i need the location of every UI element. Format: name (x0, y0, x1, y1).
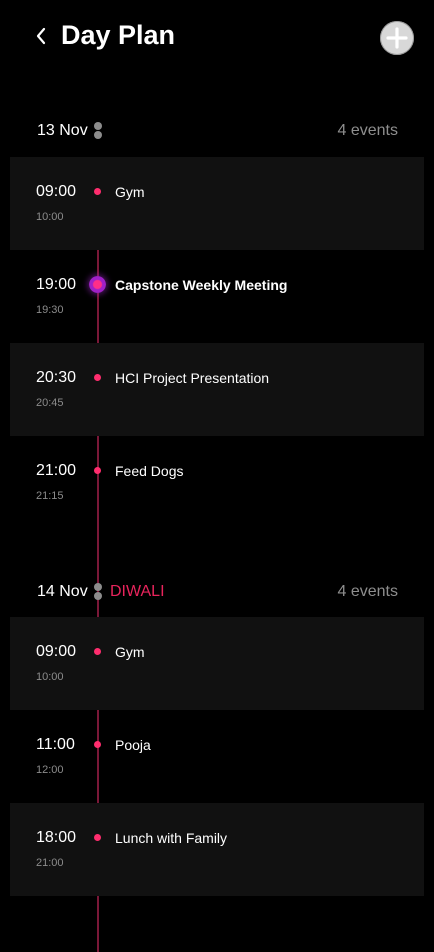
day-options-icon[interactable] (94, 583, 102, 601)
event-row[interactable]: 20:30 20:45 HCI Project Presentation (10, 343, 424, 436)
page-title: Day Plan (61, 20, 176, 50)
add-event-button[interactable] (380, 21, 414, 55)
timeline-dot (94, 374, 101, 381)
holiday-label: DIWALI (110, 583, 165, 600)
day-options-icon[interactable] (94, 122, 102, 140)
day-header: 13 Nov 4 events (0, 100, 434, 160)
event-row[interactable]: 18:00 21:00 Lunch with Family (10, 803, 424, 896)
back-button[interactable] (30, 22, 54, 50)
event-start-time: 11:00 (36, 736, 75, 753)
chevron-left-icon (36, 27, 46, 45)
timeline-dot (94, 188, 101, 195)
event-title: Feed Dogs (115, 463, 184, 479)
event-end-time: 10:00 (36, 211, 64, 223)
event-start-time: 21:00 (36, 462, 77, 479)
event-title: Lunch with Family (115, 830, 228, 846)
event-list: 09:00 10:00 Gym 11:00 12:00 Pooja 18:00 … (0, 617, 434, 952)
day-date: 14 Nov (37, 583, 88, 600)
event-count: 4 events (337, 583, 398, 600)
event-row[interactable]: 09:00 10:00 Gym (10, 617, 424, 710)
event-title: Gym (115, 644, 145, 660)
timeline-dot (94, 467, 101, 474)
event-list: 09:00 10:00 Gym 19:00 19:30 Capstone Wee… (0, 157, 434, 636)
plus-icon (386, 27, 408, 49)
event-end-time: 20:45 (36, 397, 64, 409)
timeline-dot (94, 834, 101, 841)
timeline-dot (94, 648, 101, 655)
event-row[interactable]: 21:00 21:15 Feed Dogs (10, 436, 424, 529)
event-row[interactable]: 09:00 10:00 Gym (10, 157, 424, 250)
event-end-time: 19:30 (36, 304, 64, 316)
day-section-14-nov: 14 Nov DIWALI 4 events 09:00 10:00 Gym 1… (0, 561, 434, 952)
event-title: HCI Project Presentation (115, 370, 270, 386)
day-section-13-nov: 13 Nov 4 events 09:00 10:00 Gym 19:00 19… (0, 100, 434, 636)
event-row-active[interactable]: 19:00 19:30 Capstone Weekly Meeting (10, 250, 424, 343)
event-title: Pooja (115, 737, 151, 753)
event-title: Gym (115, 184, 145, 200)
event-count: 4 events (337, 122, 398, 139)
event-title: Capstone Weekly Meeting (115, 277, 288, 293)
day-date: 13 Nov (37, 122, 88, 139)
event-end-time: 21:15 (36, 490, 64, 502)
event-end-time: 12:00 (36, 764, 64, 776)
event-end-time: 21:00 (36, 857, 64, 869)
app-header: Day Plan (0, 0, 434, 78)
event-row[interactable]: 11:00 12:00 Pooja (10, 710, 424, 803)
current-event-dot (89, 276, 106, 293)
day-header: 14 Nov DIWALI 4 events (0, 561, 434, 621)
event-start-time: 09:00 (36, 183, 77, 200)
event-start-time: 18:00 (36, 829, 77, 846)
event-start-time: 20:30 (36, 369, 77, 386)
timeline-dot (94, 741, 101, 748)
event-end-time: 10:00 (36, 671, 64, 683)
event-start-time: 09:00 (36, 643, 77, 660)
event-start-time: 19:00 (36, 276, 77, 293)
